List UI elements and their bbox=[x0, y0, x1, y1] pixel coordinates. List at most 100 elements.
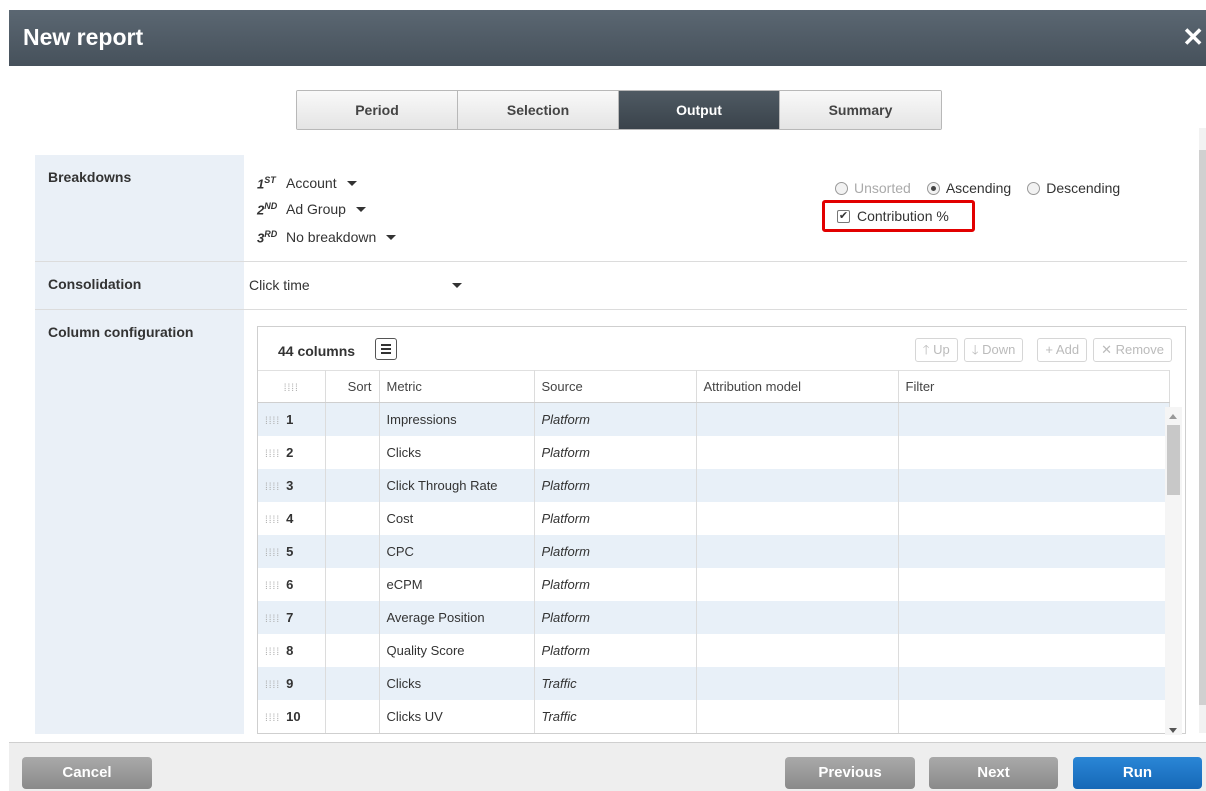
attribution-cell[interactable] bbox=[696, 534, 899, 568]
breakdown-3[interactable]: 3RD No breakdown bbox=[257, 229, 397, 245]
attribution-cell[interactable] bbox=[696, 600, 899, 634]
sort-cell[interactable] bbox=[325, 567, 380, 601]
filter-cell[interactable] bbox=[898, 666, 1170, 700]
breakdown-1-select[interactable]: Account bbox=[286, 175, 337, 191]
attribution-cell[interactable] bbox=[696, 402, 899, 436]
tab-output[interactable]: Output bbox=[619, 91, 780, 129]
filter-cell[interactable] bbox=[898, 534, 1170, 568]
attribution-cell[interactable] bbox=[696, 468, 899, 502]
filter-cell[interactable] bbox=[898, 600, 1170, 634]
column-header-source[interactable]: Source bbox=[534, 370, 697, 403]
down-button[interactable]: 🡓 Down bbox=[963, 338, 1024, 362]
scroll-down-icon[interactable] bbox=[1169, 728, 1177, 733]
table-scrollbar-thumb[interactable] bbox=[1167, 425, 1180, 495]
table-row[interactable]: ⁞⁞⁞⁞ 10 Clicks UV Traffic bbox=[258, 699, 1170, 733]
run-button[interactable]: Run bbox=[1073, 757, 1202, 789]
chevron-down-icon[interactable] bbox=[355, 206, 366, 212]
table-row[interactable]: ⁞⁞⁞⁞ 4 Cost Platform bbox=[258, 501, 1170, 535]
breakdown-2-select[interactable]: Ad Group bbox=[286, 201, 346, 217]
column-header-metric[interactable]: Metric bbox=[379, 370, 535, 403]
drag-handle-icon[interactable]: ⁞⁞⁞⁞ 3 bbox=[258, 468, 326, 502]
drag-handle-icon[interactable]: ⁞⁞⁞⁞ 5 bbox=[258, 534, 326, 568]
consolidation-select[interactable]: Click time bbox=[249, 277, 310, 293]
table-row[interactable]: ⁞⁞⁞⁞ 3 Click Through Rate Platform bbox=[258, 468, 1170, 502]
radio-ascending[interactable]: Ascending bbox=[926, 180, 1011, 196]
table-row[interactable]: ⁞⁞⁞⁞ 2 Clicks Platform bbox=[258, 435, 1170, 469]
column-header-sort[interactable]: Sort bbox=[325, 370, 380, 403]
sort-cell[interactable] bbox=[325, 699, 380, 733]
drag-handle-icon[interactable]: ⁞⁞⁞⁞ 4 bbox=[258, 501, 326, 535]
filter-cell[interactable] bbox=[898, 468, 1170, 502]
sort-cell[interactable] bbox=[325, 600, 380, 634]
grip-icon[interactable]: ⁞⁞⁞⁞ bbox=[265, 647, 280, 658]
grip-icon[interactable]: ⁞⁞⁞⁞ bbox=[265, 680, 280, 691]
sort-cell[interactable] bbox=[325, 468, 380, 502]
table-row[interactable]: ⁞⁞⁞⁞ 8 Quality Score Platform bbox=[258, 633, 1170, 667]
up-button[interactable]: 🡑 Up bbox=[914, 338, 958, 362]
scrollbar-thumb[interactable] bbox=[1199, 150, 1206, 705]
sort-cell[interactable] bbox=[325, 666, 380, 700]
sort-cell[interactable] bbox=[325, 402, 380, 436]
next-button[interactable]: Next bbox=[929, 757, 1058, 789]
attribution-cell[interactable] bbox=[696, 501, 899, 535]
checkbox-checked-icon[interactable]: ✔ bbox=[837, 209, 850, 223]
radio-descending[interactable]: Descending bbox=[1027, 180, 1120, 196]
previous-button[interactable]: Previous bbox=[785, 757, 915, 789]
grip-icon[interactable]: ⁞⁞⁞⁞ bbox=[265, 581, 280, 592]
filter-cell[interactable] bbox=[898, 567, 1170, 601]
sort-cell[interactable] bbox=[325, 435, 380, 469]
cancel-button[interactable]: Cancel bbox=[22, 757, 152, 789]
dialog-scrollbar[interactable] bbox=[1199, 128, 1206, 733]
scroll-up-icon[interactable] bbox=[1169, 414, 1177, 419]
grip-icon[interactable]: ⁞⁞⁞⁞ bbox=[265, 713, 280, 724]
drag-handle-icon[interactable]: ⁞⁞⁞⁞ 6 bbox=[258, 567, 326, 601]
radio-unsorted[interactable]: Unsorted bbox=[835, 180, 911, 196]
attribution-cell[interactable] bbox=[696, 666, 899, 700]
grip-icon[interactable]: ⁞⁞⁞⁞ bbox=[265, 515, 280, 526]
sort-cell[interactable] bbox=[325, 534, 380, 568]
filter-cell[interactable] bbox=[898, 435, 1170, 469]
drag-handle-icon[interactable]: ⁞⁞⁞⁞ 1 bbox=[258, 402, 326, 436]
table-scrollbar[interactable] bbox=[1165, 407, 1182, 735]
table-row[interactable]: ⁞⁞⁞⁞ 6 eCPM Platform bbox=[258, 567, 1170, 601]
attribution-cell[interactable] bbox=[696, 699, 899, 733]
chevron-down-icon[interactable] bbox=[452, 283, 462, 288]
drag-handle-icon[interactable]: ⁞⁞⁞⁞ 8 bbox=[258, 633, 326, 667]
drag-handle-icon[interactable]: ⁞⁞⁞⁞ 9 bbox=[258, 666, 326, 700]
breakdown-3-select[interactable]: No breakdown bbox=[286, 229, 376, 245]
grip-icon[interactable]: ⁞⁞⁞⁞ bbox=[265, 449, 280, 460]
attribution-cell[interactable] bbox=[696, 567, 899, 601]
table-row[interactable]: ⁞⁞⁞⁞ 1 Impressions Platform bbox=[258, 402, 1170, 436]
column-header-filter[interactable]: Filter bbox=[898, 370, 1170, 403]
filter-cell[interactable] bbox=[898, 501, 1170, 535]
filter-cell[interactable] bbox=[898, 699, 1170, 733]
remove-button[interactable]: ✕ Remove bbox=[1093, 338, 1172, 362]
grip-icon[interactable]: ⁞⁞⁞⁞ bbox=[265, 482, 280, 493]
close-icon[interactable]: ✕ bbox=[1182, 24, 1204, 50]
tab-period[interactable]: Period bbox=[297, 91, 458, 129]
add-button[interactable]: + Add bbox=[1037, 338, 1088, 362]
breakdown-1[interactable]: 1ST Account bbox=[257, 175, 357, 191]
attribution-cell[interactable] bbox=[696, 435, 899, 469]
filter-cell[interactable] bbox=[898, 633, 1170, 667]
drag-handle-icon[interactable]: ⁞⁞⁞⁞ 2 bbox=[258, 435, 326, 469]
grip-icon[interactable]: ⁞⁞⁞⁞ bbox=[265, 548, 280, 559]
sort-cell[interactable] bbox=[325, 501, 380, 535]
tab-summary[interactable]: Summary bbox=[780, 91, 941, 129]
sort-cell[interactable] bbox=[325, 633, 380, 667]
drag-handle-icon[interactable]: ⁞⁞⁞⁞ 7 bbox=[258, 600, 326, 634]
grip-icon[interactable]: ⁞⁞⁞⁞ bbox=[265, 416, 280, 427]
hamburger-menu-icon[interactable] bbox=[375, 338, 397, 360]
filter-cell[interactable] bbox=[898, 402, 1170, 436]
drag-handle-icon[interactable]: ⁞⁞⁞⁞ 10 bbox=[258, 699, 326, 733]
contribution-checkbox-highlight[interactable]: ✔ Contribution % bbox=[822, 200, 975, 232]
chevron-down-icon[interactable] bbox=[386, 234, 397, 240]
grip-icon[interactable]: ⁞⁞⁞⁞ bbox=[265, 614, 280, 625]
column-header-attribution-model[interactable]: Attribution model bbox=[696, 370, 899, 403]
attribution-cell[interactable] bbox=[696, 633, 899, 667]
table-row[interactable]: ⁞⁞⁞⁞ 7 Average Position Platform bbox=[258, 600, 1170, 634]
drag-all-icon[interactable]: ⁞⁞⁞⁞ bbox=[258, 370, 326, 403]
breakdown-2[interactable]: 2ND Ad Group bbox=[257, 201, 366, 217]
tab-selection[interactable]: Selection bbox=[458, 91, 619, 129]
table-row[interactable]: ⁞⁞⁞⁞ 5 CPC Platform bbox=[258, 534, 1170, 568]
